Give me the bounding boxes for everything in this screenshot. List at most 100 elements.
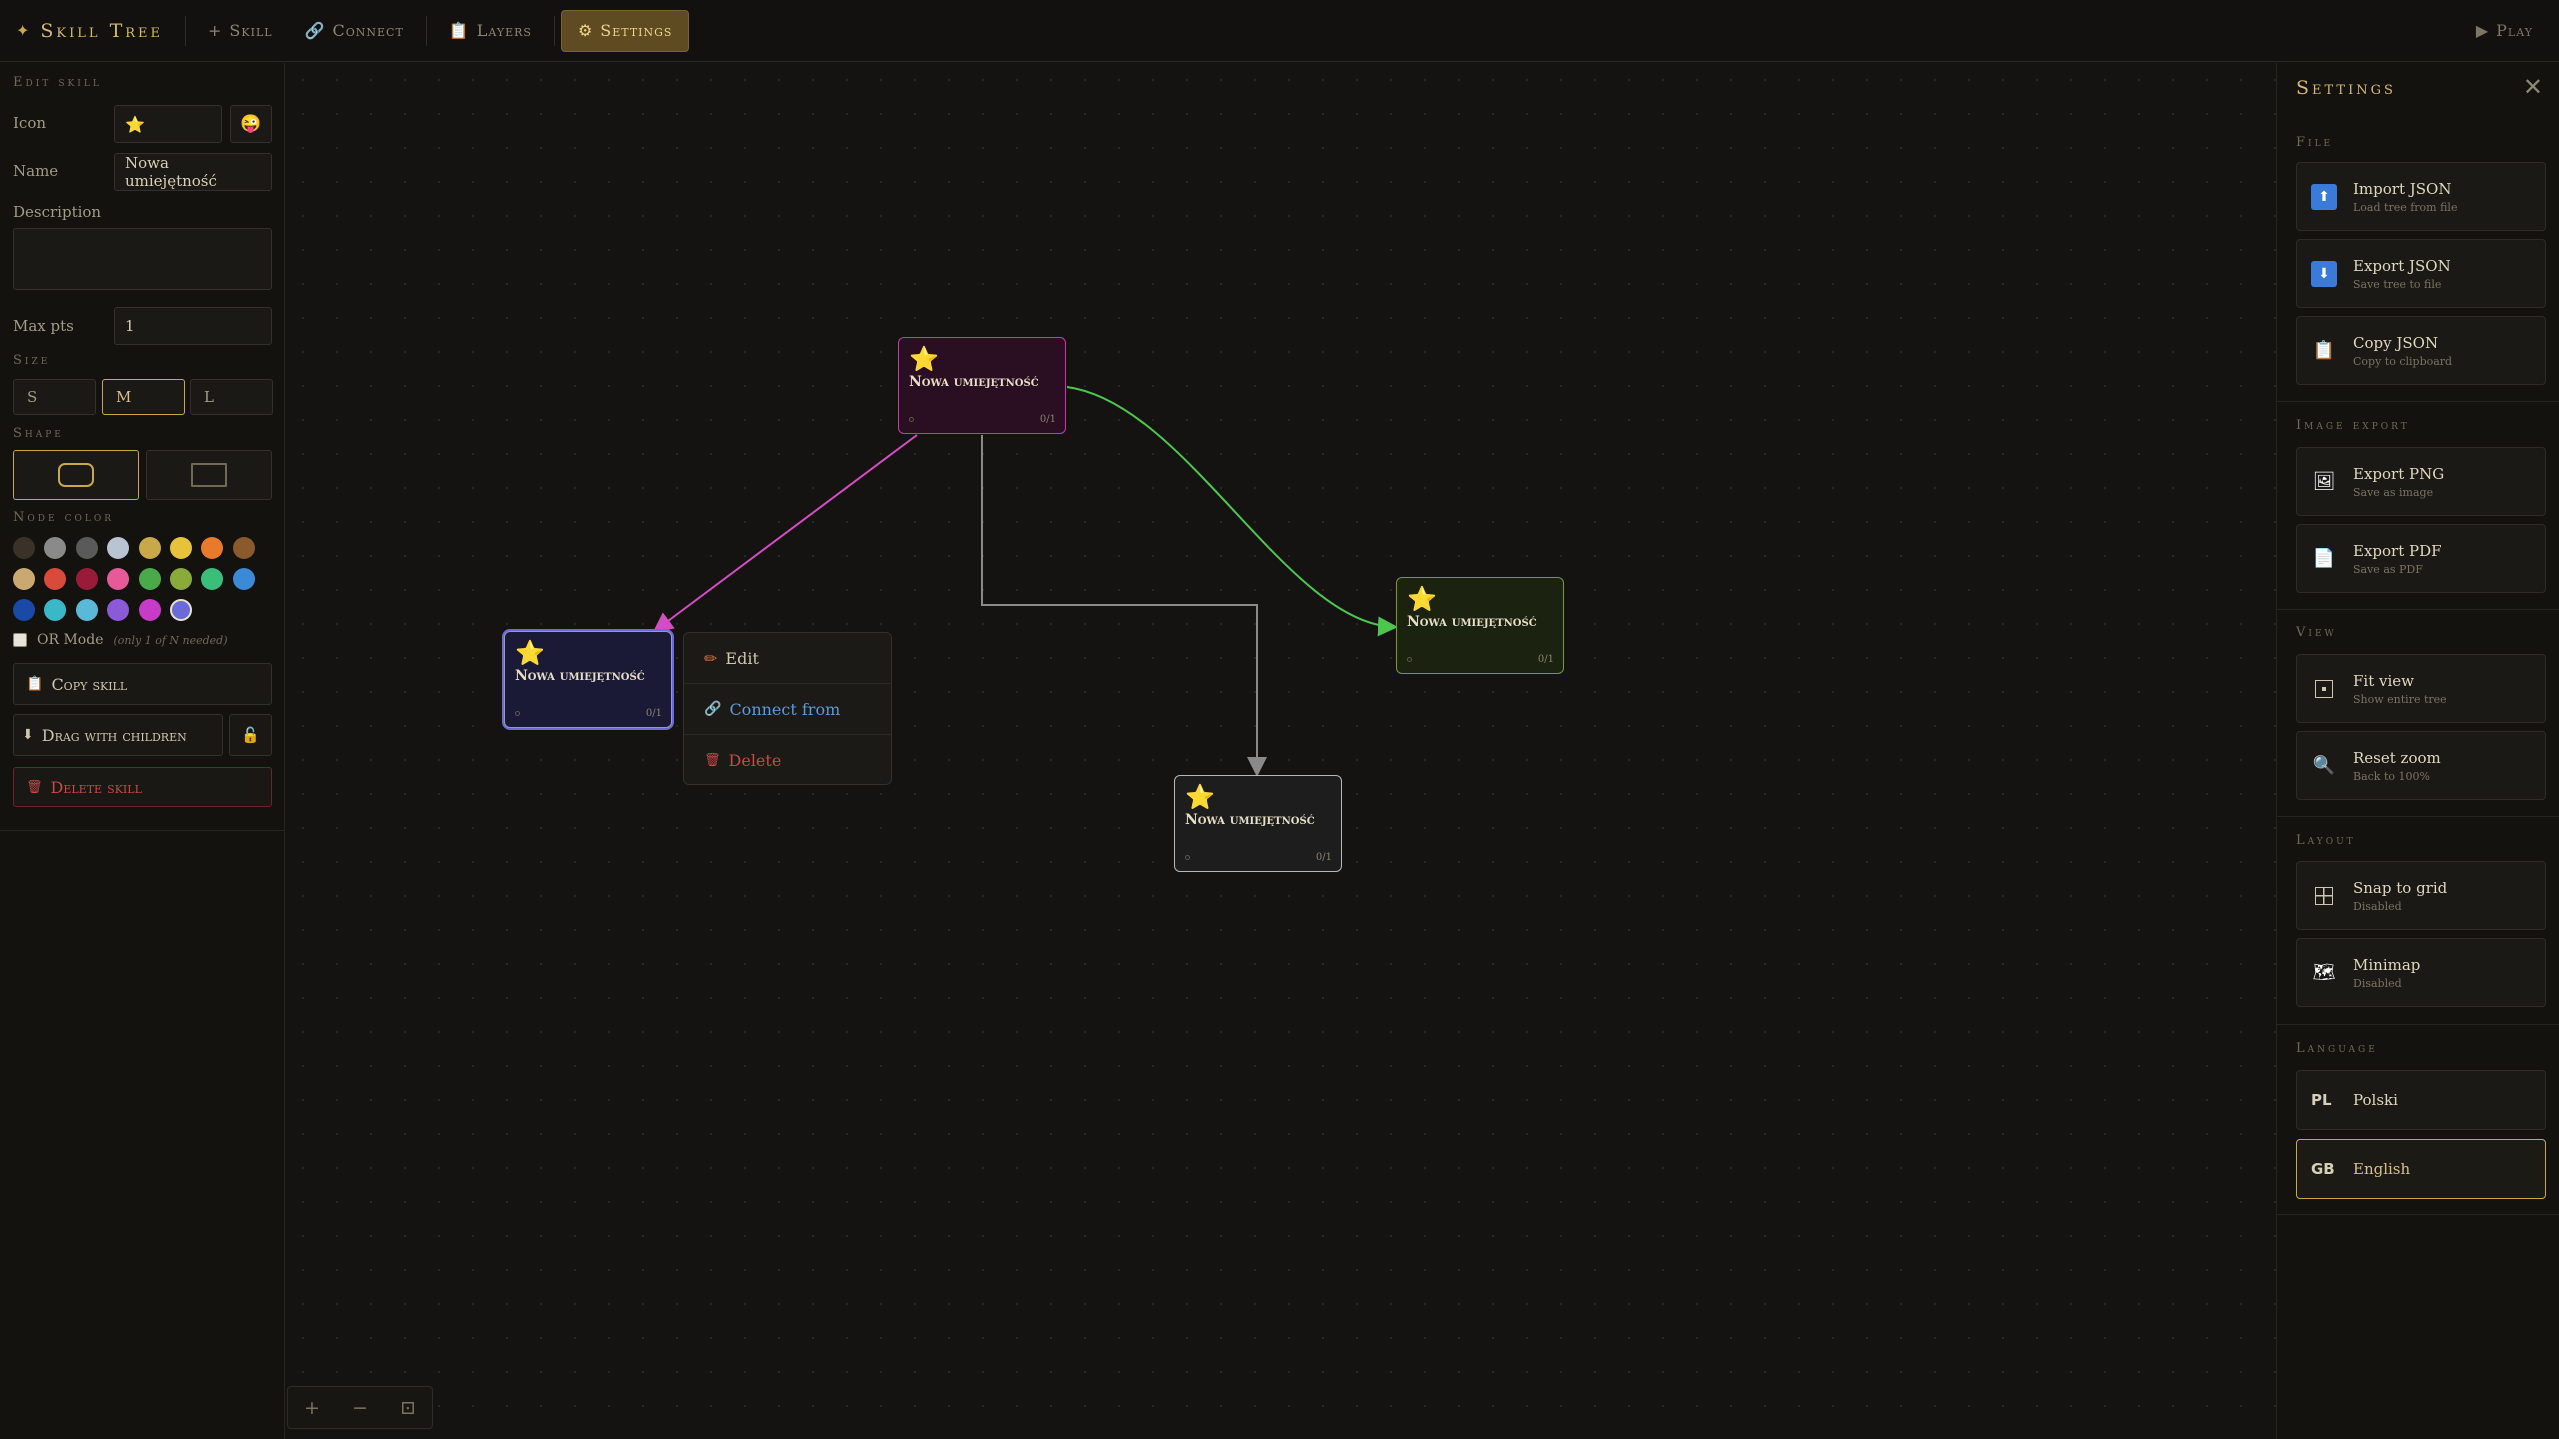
skill-node[interactable]: ⭐ Nowa umiejętność 0/1 xyxy=(898,337,1066,434)
color-swatch[interactable] xyxy=(170,599,192,621)
play-icon: ▶ xyxy=(2475,21,2490,40)
color-swatch[interactable] xyxy=(138,599,161,621)
context-connect-label: Connect from xyxy=(729,699,841,719)
color-swatch[interactable] xyxy=(107,599,130,621)
export-json-sub: Save tree to file xyxy=(2353,277,2442,291)
copy-json-button[interactable]: 📋 Copy JSON Copy to clipboard xyxy=(2296,316,2546,385)
close-icon[interactable]: ✕ xyxy=(2523,73,2543,101)
settings-button[interactable]: ⚙ Settings xyxy=(560,9,690,52)
color-swatch[interactable] xyxy=(232,537,255,559)
connection-gray[interactable] xyxy=(981,435,1267,777)
color-swatch[interactable] xyxy=(44,599,67,621)
shape-square-button[interactable] xyxy=(146,450,272,500)
language-english-button[interactable]: GB English xyxy=(2296,1139,2546,1199)
section-divider xyxy=(2277,816,2559,817)
skill-tree-canvas[interactable]: ⭐ Nowa umiejętność 0/1 ⭐ Nowa umiejętnoś… xyxy=(286,63,2276,1439)
export-pdf-button[interactable]: 📄 Export PDF Save as PDF xyxy=(2296,524,2546,593)
toolbar-divider xyxy=(425,15,427,46)
delete-skill-button[interactable]: 🗑 Delete skill xyxy=(13,767,272,807)
image-icon: 🖼 xyxy=(2312,471,2336,492)
sparkle-icon: ✦ xyxy=(16,21,33,40)
color-swatch[interactable] xyxy=(138,537,161,559)
add-skill-button[interactable]: + Skill xyxy=(192,10,289,52)
shape-rounded-button[interactable] xyxy=(13,450,139,500)
color-swatch[interactable] xyxy=(44,537,67,559)
description-label: Description xyxy=(13,203,102,221)
color-swatch[interactable] xyxy=(75,537,98,559)
color-swatch[interactable] xyxy=(232,568,255,590)
emoji-face-icon: 😜 xyxy=(240,114,262,134)
connection-green[interactable] xyxy=(1066,386,1398,637)
color-swatch[interactable] xyxy=(107,537,130,559)
export-json-button[interactable]: ⬇ Export JSON Save tree to file xyxy=(2296,239,2546,308)
size-l-button[interactable]: L xyxy=(190,379,273,415)
color-swatch[interactable] xyxy=(13,599,35,621)
skill-node-points: 0/1 xyxy=(1537,654,1554,665)
skill-node-selected[interactable]: ⭐ Nowa umiejętność 0/1 xyxy=(504,631,672,728)
skill-node[interactable]: ⭐ Nowa umiejętność 0/1 xyxy=(1396,577,1564,674)
size-s-button[interactable]: S xyxy=(13,379,96,415)
color-swatch[interactable] xyxy=(75,568,98,590)
drag-with-children-button[interactable]: ⬇ Drag with children xyxy=(13,714,223,756)
section-divider xyxy=(2277,1024,2559,1025)
import-json-sub: Load tree from file xyxy=(2353,200,2458,214)
color-swatch[interactable] xyxy=(138,568,161,590)
clipboard-icon: 📋 xyxy=(448,21,470,40)
icon-field[interactable]: ⭐ xyxy=(114,105,222,143)
settings-label: Settings xyxy=(600,21,673,40)
color-swatch[interactable] xyxy=(13,568,35,590)
layers-button[interactable]: 📋 Layers xyxy=(433,10,548,52)
point-dot xyxy=(909,417,914,422)
zoom-in-button[interactable]: + xyxy=(288,1397,336,1419)
export-png-button[interactable]: 🖼 Export PNG Save as image xyxy=(2296,447,2546,516)
connections-layer xyxy=(652,386,1398,777)
connect-button[interactable]: 🔗 Connect xyxy=(289,10,420,52)
export-png-sub: Save as image xyxy=(2353,485,2434,499)
fit-view-button[interactable]: ⊡ xyxy=(384,1397,432,1419)
export-pdf-sub: Save as PDF xyxy=(2353,562,2423,576)
fit-view-setting-button[interactable]: Fit view Show entire tree xyxy=(2296,654,2546,723)
color-swatch[interactable] xyxy=(44,568,67,590)
or-mode-checkbox[interactable] xyxy=(13,633,27,647)
minimap-button[interactable]: 🗺 Minimap Disabled xyxy=(2296,938,2546,1007)
name-input[interactable]: Nowa umiejętność xyxy=(114,153,272,191)
unlock-icon: 🔓 xyxy=(241,726,260,744)
color-swatch[interactable] xyxy=(107,568,130,590)
context-delete-label: Delete xyxy=(728,751,782,770)
zoom-controls: + − ⊡ xyxy=(287,1386,433,1429)
plus-icon: + xyxy=(208,21,223,40)
settings-title: Settings xyxy=(2296,77,2396,99)
play-button[interactable]: ▶ Play xyxy=(2460,10,2549,52)
color-swatch[interactable] xyxy=(201,537,224,559)
color-swatch[interactable] xyxy=(201,568,224,590)
minimap-sub: Disabled xyxy=(2353,976,2402,990)
reset-zoom-button[interactable]: 🔍 Reset zoom Back to 100% xyxy=(2296,731,2546,800)
rounded-rect-icon xyxy=(58,463,94,487)
app-brand: ✦ Skill Tree xyxy=(0,20,179,42)
max-pts-input[interactable]: 1 xyxy=(114,307,272,345)
color-swatch[interactable] xyxy=(170,568,192,590)
zoom-out-button[interactable]: − xyxy=(336,1397,384,1419)
context-connect-from[interactable]: 🔗 Connect from xyxy=(684,684,891,735)
context-edit[interactable]: ✏ Edit xyxy=(684,633,891,684)
description-textarea[interactable] xyxy=(13,228,272,290)
clipboard-icon: 📋 xyxy=(26,676,44,692)
language-polski-button[interactable]: PL Polski xyxy=(2296,1070,2546,1130)
import-json-button[interactable]: ⬆ Import JSON Load tree from file xyxy=(2296,162,2546,231)
skill-node-points: 0/1 xyxy=(1315,852,1332,863)
connection-pink[interactable] xyxy=(652,434,918,633)
lock-toggle-button[interactable]: 🔓 xyxy=(229,714,272,756)
size-m-button[interactable]: M xyxy=(102,379,185,415)
edit-skill-title: Edit skill xyxy=(13,75,102,90)
emoji-picker-button[interactable]: 😜 xyxy=(230,105,272,143)
copy-skill-label: Copy skill xyxy=(51,674,128,694)
polski-label: Polski xyxy=(2353,1091,2398,1109)
color-swatch[interactable] xyxy=(75,599,98,621)
context-delete[interactable]: 🗑 Delete xyxy=(684,735,891,786)
or-mode-hint: (only 1 of N needed) xyxy=(113,633,228,647)
copy-skill-button[interactable]: 📋 Copy skill xyxy=(13,663,272,705)
color-swatch[interactable] xyxy=(170,537,192,559)
color-swatch[interactable] xyxy=(13,537,35,559)
snap-to-grid-button[interactable]: Snap to grid Disabled xyxy=(2296,861,2546,930)
skill-node[interactable]: ⭐ Nowa umiejętność 0/1 xyxy=(1174,775,1342,872)
